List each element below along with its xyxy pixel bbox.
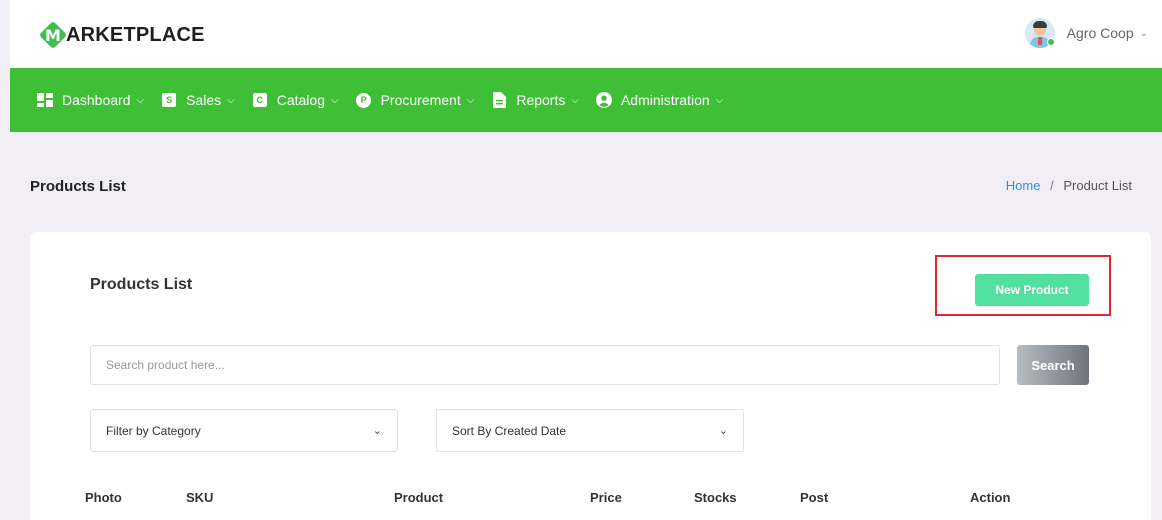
breadcrumb: Home / Product List (1006, 178, 1132, 193)
column-header-price: Price (590, 490, 622, 505)
sort-select[interactable]: Sort By Created Date ⌄ (436, 409, 744, 452)
breadcrumb-current: Product List (1063, 178, 1132, 193)
column-header-product: Product (394, 490, 444, 505)
card-title: Products List (90, 276, 193, 293)
category-filter-value: Filter by Category (106, 423, 201, 438)
page-title: Products List (30, 178, 126, 195)
nav-catalog-label: Catalog (276, 92, 325, 108)
catalog-icon: C (252, 92, 268, 108)
nav-reports[interactable]: Reports ⌵ (491, 85, 579, 115)
logo-mark-icon: M (38, 20, 68, 50)
chevron-down-icon: ⌵ (571, 94, 579, 106)
main-nav: Dashboard ⌵ S Sales ⌵ C Catalog ⌵ P Proc… (10, 68, 1162, 132)
chevron-down-icon: ⌵ (715, 94, 724, 106)
search-input[interactable] (90, 345, 1000, 385)
user-menu[interactable]: Agro Coop ⌄ (1024, 16, 1148, 50)
chevron-down-icon: ⌵ (227, 94, 235, 106)
nav-sales[interactable]: S Sales ⌵ (161, 85, 235, 115)
online-status-icon (1046, 38, 1055, 46)
sales-icon: S (161, 92, 177, 108)
dashboard-icon (37, 92, 53, 108)
brand-name: ARKETPLACE (66, 23, 205, 46)
column-header-stocks: Stocks (694, 490, 737, 505)
nav-sales-label: Sales (186, 92, 222, 108)
sort-value: Sort By Created Date (452, 423, 567, 438)
nav-dashboard[interactable]: Dashboard ⌵ (37, 85, 144, 115)
reports-icon (491, 92, 507, 108)
chevron-down-icon: ⌄ (1139, 27, 1148, 39)
column-header-sku: SKU (186, 490, 214, 505)
nav-reports-label: Reports (516, 92, 566, 108)
search-button[interactable]: Search (1017, 345, 1089, 385)
brand-logo[interactable]: M ARKETPLACE (38, 20, 205, 50)
column-header-action: Action (970, 490, 1011, 505)
nav-catalog[interactable]: C Catalog ⌵ (252, 85, 339, 115)
chevron-down-icon: ⌵ (136, 94, 145, 106)
column-header-photo: Photo (85, 490, 122, 505)
category-filter-select[interactable]: Filter by Category ⌄ (90, 409, 398, 452)
breadcrumb-separator: / (1050, 178, 1054, 193)
top-bar: M ARKETPLACE Agro Coop ⌄ (10, 0, 1162, 68)
column-header-post: Post (800, 490, 829, 505)
nav-administration-label: Administration (620, 92, 710, 108)
user-name: Agro Coop (1066, 25, 1134, 41)
chevron-down-icon: ⌵ (466, 94, 475, 106)
chevron-down-icon: ⌄ (372, 425, 382, 437)
nav-procurement-label: Procurement (380, 92, 461, 108)
procurement-icon: P (356, 92, 372, 108)
nav-procurement[interactable]: P Procurement ⌵ (356, 85, 475, 115)
nav-administration[interactable]: Administration ⌵ (595, 85, 724, 115)
new-product-button[interactable]: New Product (975, 274, 1089, 306)
breadcrumb-home-link[interactable]: Home (1006, 178, 1041, 193)
nav-dashboard-label: Dashboard (62, 92, 131, 108)
chevron-down-icon: ⌄ (718, 425, 728, 437)
chevron-down-icon: ⌵ (330, 94, 339, 106)
products-card: Products List New Product Search Filter … (30, 232, 1151, 520)
administration-icon (595, 92, 612, 108)
